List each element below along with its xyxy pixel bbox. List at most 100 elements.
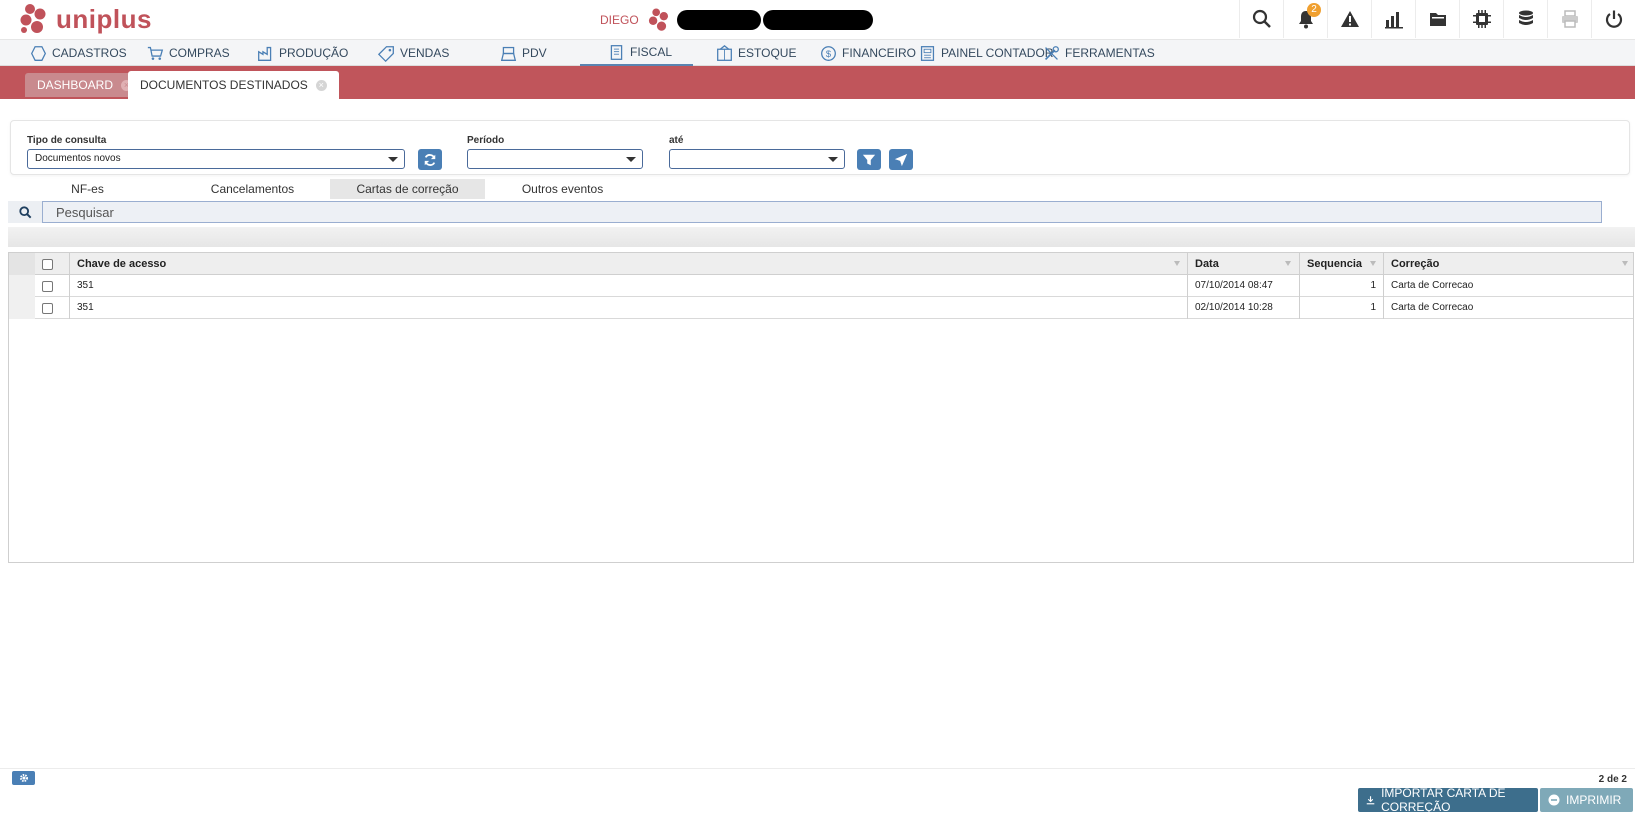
menu-ferramentas-label: FERRAMENTAS <box>1065 46 1155 60</box>
col-sequencia-header[interactable]: Sequencia <box>1299 253 1383 275</box>
cell-sequencia: 1 <box>1299 275 1383 297</box>
menu-pdv[interactable]: PDV <box>500 40 547 66</box>
bell-icon[interactable]: 2 <box>1283 0 1327 38</box>
ate-label: até <box>669 135 684 146</box>
col-data-label: Data <box>1195 258 1219 270</box>
chip-icon[interactable] <box>1459 0 1503 38</box>
cell-sequencia: 1 <box>1299 297 1383 319</box>
ledger-icon <box>920 45 935 61</box>
redacted-block <box>676 10 761 30</box>
user-info: DIEGO <box>600 6 873 34</box>
subtab-cancelamentos[interactable]: Cancelamentos <box>175 179 330 199</box>
logo-icon <box>20 4 46 33</box>
top-icons: 2 <box>1239 0 1635 38</box>
menu-financeiro-label: FINANCEIRO <box>842 46 917 60</box>
filter-icon[interactable] <box>1622 261 1628 266</box>
table-row[interactable]: 351 02/10/2014 10:28 1 Carta de Correcao <box>9 297 1633 319</box>
download-icon <box>1366 796 1375 805</box>
ate-select[interactable] <box>669 149 845 169</box>
import-carta-correcao-button[interactable]: IMPORTAR CARTA DE CORREÇÃO <box>1358 786 1538 814</box>
search-row <box>8 201 1604 223</box>
folder-icon[interactable] <box>1415 0 1459 38</box>
search-icon[interactable] <box>1239 0 1283 38</box>
import-label: IMPORTAR CARTA DE CORREÇÃO <box>1381 786 1506 814</box>
filter-icon[interactable] <box>1174 261 1180 266</box>
subtab-outros-eventos[interactable]: Outros eventos <box>485 179 640 199</box>
printer-icon[interactable] <box>1547 0 1591 38</box>
menu-producao[interactable]: PRODUÇÃO <box>257 40 348 66</box>
menu-estoque-label: ESTOQUE <box>738 46 797 60</box>
menu-estoque[interactable]: ESTOQUE <box>716 40 796 66</box>
top-bar: uniplus DIEGO 2 <box>0 0 1635 40</box>
subtab-cartas-correcao[interactable]: Cartas de correção <box>330 179 485 199</box>
funnel-icon <box>862 154 876 165</box>
svg-text:$: $ <box>826 48 832 58</box>
logo: uniplus <box>18 2 152 36</box>
filter-icon[interactable] <box>1370 261 1376 266</box>
chart-icon[interactable] <box>1371 0 1415 38</box>
send-icon <box>894 153 908 166</box>
tab-documentos-destinados[interactable]: DOCUMENTOS DESTINADOS × <box>128 71 339 99</box>
filter-button[interactable] <box>857 149 881 170</box>
menu-pdv-label: PDV <box>522 46 547 60</box>
redacted-block <box>762 10 873 30</box>
row-handle <box>9 297 35 319</box>
menu-compras-label: COMPRAS <box>169 46 230 60</box>
menu-fiscal[interactable]: FISCAL <box>580 40 693 66</box>
dollar-icon: $ <box>821 45 836 61</box>
col-correcao-header[interactable]: Correção <box>1383 253 1633 275</box>
filter-icon[interactable] <box>1285 261 1291 266</box>
grid-settings-button[interactable] <box>12 771 35 785</box>
menu-painel-contador[interactable]: PAINEL CONTADOR <box>919 40 1053 66</box>
close-icon[interactable]: × <box>315 79 327 91</box>
user-logo-icon <box>648 8 668 31</box>
search-input[interactable] <box>42 201 1602 223</box>
menu-producao-label: PRODUÇÃO <box>279 46 349 60</box>
cell-data: 02/10/2014 10:28 <box>1187 297 1299 319</box>
factory-icon <box>258 46 272 61</box>
menu-vendas-label: VENDAS <box>400 46 450 60</box>
brand-name: uniplus <box>56 3 152 34</box>
menu-compras[interactable]: COMPRAS <box>147 40 230 66</box>
menu-cadastros[interactable]: CADASTROS <box>30 40 127 66</box>
periodo-select[interactable] <box>467 149 643 169</box>
print-label: IMPRIMIR <box>1566 793 1622 807</box>
select-all-checkbox[interactable] <box>42 259 53 270</box>
row-checkbox[interactable] <box>42 303 53 314</box>
table-row[interactable]: 351 07/10/2014 08:47 1 Carta de Correcao <box>9 275 1633 297</box>
filter-panel: Tipo de consulta Documentos novos Períod… <box>10 120 1630 175</box>
subtab-nfes[interactable]: NF-es <box>10 179 165 199</box>
cell-correcao: Carta de Correcao <box>1383 275 1633 297</box>
periodo-label: Período <box>467 135 505 146</box>
cell-chave: 351 <box>69 275 1187 297</box>
menu-financeiro[interactable]: $ FINANCEIRO <box>820 40 916 66</box>
col-data-header[interactable]: Data <box>1187 253 1299 275</box>
register-icon <box>500 46 517 61</box>
col-correcao-label: Correção <box>1391 258 1440 270</box>
tipo-consulta-select[interactable]: Documentos novos <box>27 149 405 169</box>
menu-ferramentas[interactable]: FERRAMENTAS <box>1043 40 1155 66</box>
power-icon[interactable] <box>1591 0 1635 38</box>
tab-dashboard[interactable]: DASHBOARD × <box>25 73 145 97</box>
database-icon[interactable] <box>1503 0 1547 38</box>
row-checkbox[interactable] <box>42 281 53 292</box>
menu-vendas[interactable]: VENDAS <box>378 40 449 66</box>
gear-icon <box>19 774 28 782</box>
menu-fiscal-label: FISCAL <box>630 45 673 59</box>
send-button[interactable] <box>889 149 913 170</box>
hexagon-icon <box>30 45 47 61</box>
chevron-down-icon <box>626 157 636 162</box>
refresh-icon <box>424 153 436 166</box>
user-name: DIEGO <box>600 13 639 27</box>
refresh-button[interactable] <box>418 149 442 170</box>
tipo-consulta-value: Documentos novos <box>35 153 121 164</box>
warning-icon[interactable] <box>1327 0 1371 38</box>
print-button[interactable]: IMPRIMIR <box>1540 788 1633 812</box>
document-icon <box>610 44 623 60</box>
record-count: 2 de 2 <box>1598 774 1627 785</box>
cart-icon <box>147 46 164 60</box>
col-chave-header[interactable]: Chave de acesso <box>69 253 1187 275</box>
search-icon[interactable] <box>8 201 42 223</box>
cell-data: 07/10/2014 08:47 <box>1187 275 1299 297</box>
tag-icon <box>378 45 394 62</box>
